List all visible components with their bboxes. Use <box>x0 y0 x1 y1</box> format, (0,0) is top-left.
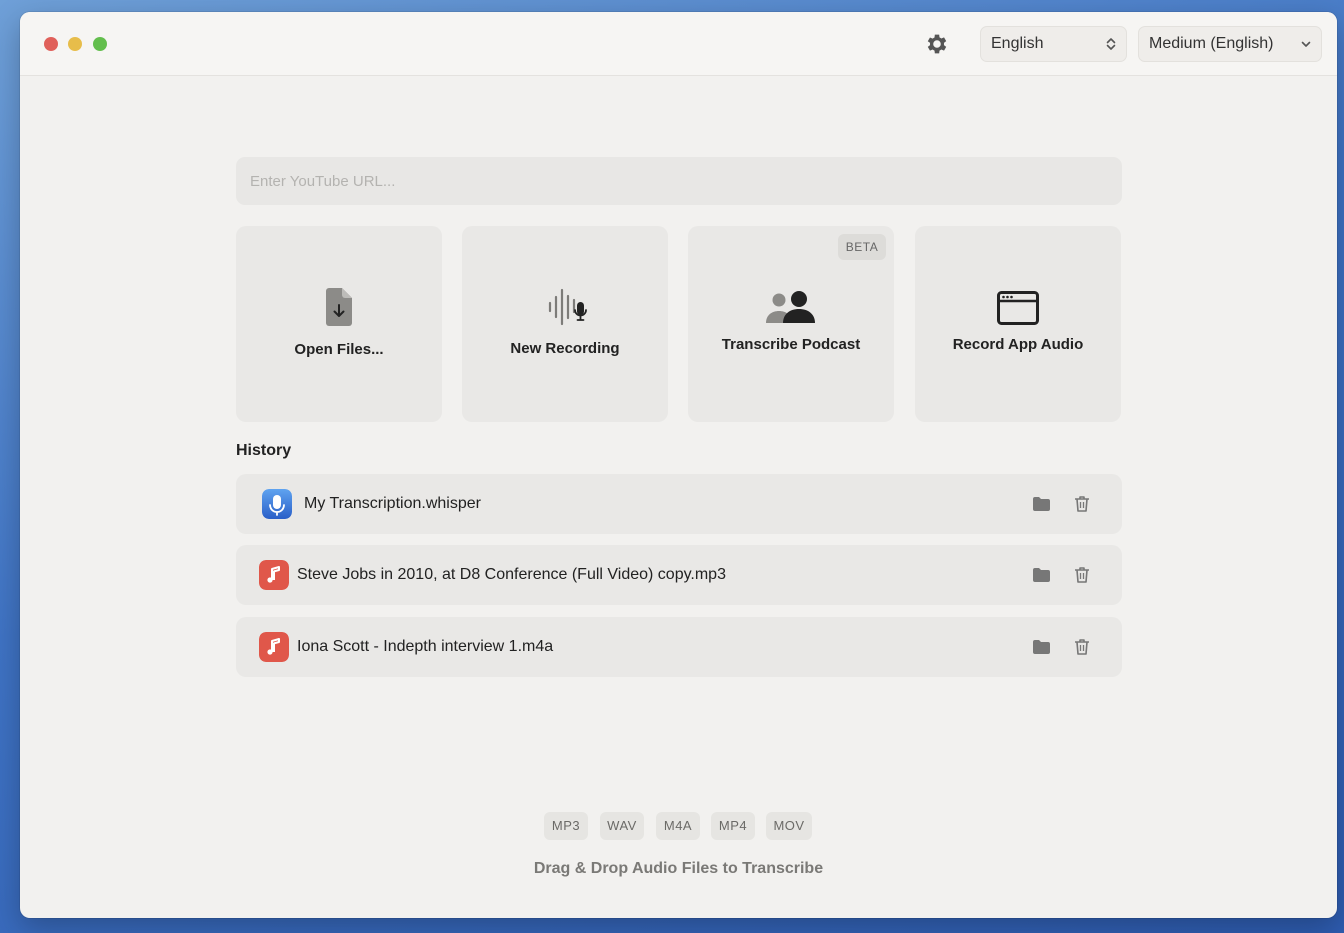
format-badge: WAV <box>600 812 644 840</box>
music-file-icon <box>259 560 289 590</box>
format-badge: MP3 <box>544 812 588 840</box>
beta-badge: BETA <box>838 234 886 260</box>
drag-drop-hint: Drag & Drop Audio Files to Transcribe <box>533 860 824 877</box>
language-select[interactable]: English <box>980 26 1127 62</box>
record-app-audio-label: Record App Audio <box>952 336 1084 353</box>
format-badge: MOV <box>766 812 812 840</box>
transcribe-podcast-label: Transcribe Podcast <box>721 336 861 353</box>
folder-icon[interactable] <box>1033 497 1050 511</box>
people-icon <box>766 291 815 323</box>
record-app-audio-button[interactable]: Record App Audio <box>915 226 1121 422</box>
maximize-window-button[interactable] <box>93 37 107 51</box>
up-down-chevron-icon <box>1106 38 1116 50</box>
supported-formats: MP3 WAV M4A MP4 MOV <box>20 812 1337 840</box>
history-item[interactable]: My Transcription.whisper <box>236 474 1122 534</box>
transcribe-podcast-button[interactable]: BETA Transcribe Podcast <box>688 226 894 422</box>
new-recording-button[interactable]: New Recording <box>462 226 668 422</box>
youtube-url-input[interactable] <box>236 157 1122 205</box>
file-download-icon <box>326 288 352 326</box>
folder-icon[interactable] <box>1033 640 1050 654</box>
minimize-window-button[interactable] <box>68 37 82 51</box>
history-item[interactable]: Iona Scott - Indepth interview 1.m4a <box>236 617 1122 677</box>
trash-icon[interactable] <box>1075 567 1089 583</box>
trash-icon[interactable] <box>1075 496 1089 512</box>
open-files-button[interactable]: Open Files... <box>236 226 442 422</box>
chevron-down-icon <box>1301 41 1311 47</box>
model-select-value: Medium (English) <box>1149 35 1274 52</box>
model-select[interactable]: Medium (English) <box>1138 26 1322 62</box>
new-recording-label: New Recording <box>510 340 620 357</box>
history-heading: History <box>236 442 292 459</box>
language-select-value: English <box>991 35 1044 52</box>
close-window-button[interactable] <box>44 37 58 51</box>
app-window: English Medium (English) Open Files... <box>20 12 1337 918</box>
history-item-name: My Transcription.whisper <box>304 495 481 512</box>
waveform-mic-icon <box>548 288 587 326</box>
history-item-name: Iona Scott - Indepth interview 1.m4a <box>297 638 554 655</box>
music-file-icon <box>259 632 289 662</box>
history-item[interactable]: Steve Jobs in 2010, at D8 Conference (Fu… <box>236 545 1122 605</box>
whisper-app-icon <box>262 489 292 519</box>
gear-icon[interactable] <box>924 31 950 57</box>
title-bar: English Medium (English) <box>20 12 1337 76</box>
format-badge: M4A <box>656 812 700 840</box>
open-files-label: Open Files... <box>294 341 384 358</box>
trash-icon[interactable] <box>1075 639 1089 655</box>
format-badge: MP4 <box>711 812 755 840</box>
folder-icon[interactable] <box>1033 568 1050 582</box>
app-window-icon <box>997 291 1039 325</box>
history-item-name: Steve Jobs in 2010, at D8 Conference (Fu… <box>297 566 726 583</box>
